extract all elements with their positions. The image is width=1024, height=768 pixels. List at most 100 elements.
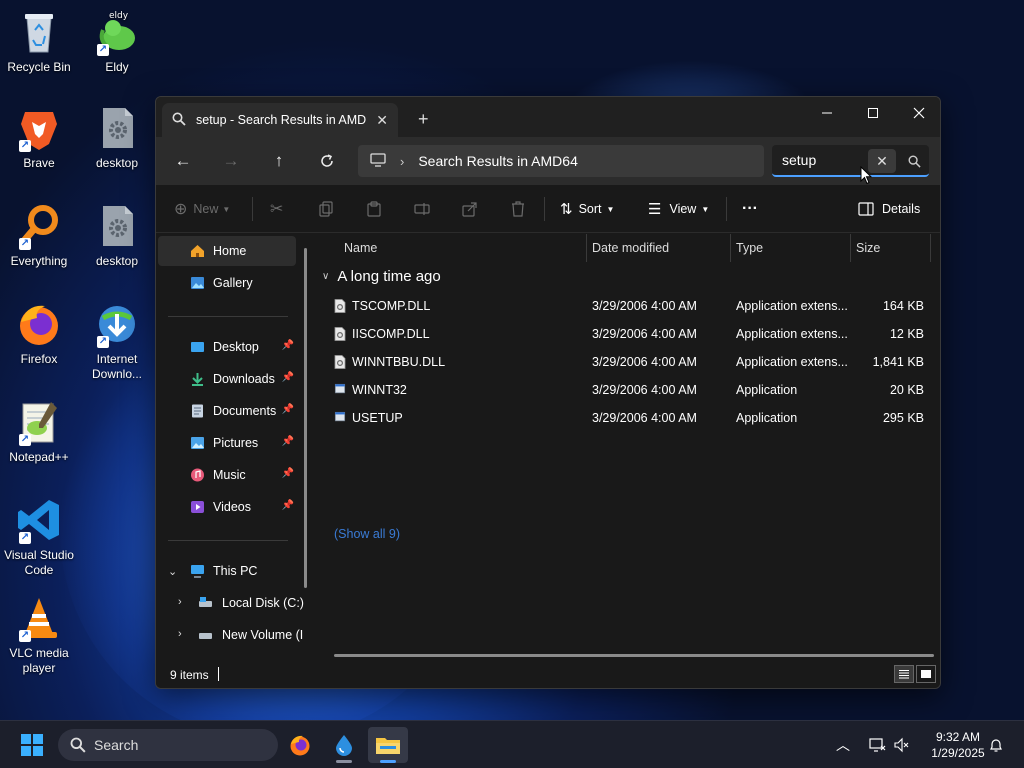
new-tab-icon[interactable]: +	[418, 109, 429, 130]
address-field[interactable]: › Search Results in AMD64	[358, 145, 764, 177]
column-header-size[interactable]: Size	[856, 234, 880, 262]
column-header-name[interactable]: Name	[344, 234, 377, 262]
sidebar-item-desktop[interactable]: Desktop 📌	[158, 332, 296, 362]
eldy-icon: eldy ↗	[93, 8, 141, 56]
chevron-down-icon[interactable]: ⌄	[168, 565, 177, 578]
search-input[interactable]	[782, 152, 852, 168]
shortcut-arrow-icon: ↗	[19, 140, 31, 152]
tab-search-results[interactable]: setup - Search Results in AMD ✕	[162, 103, 398, 137]
tiles-view-icon	[921, 670, 931, 678]
sort-arrows-icon: ⇅	[560, 201, 573, 218]
details-pane-button[interactable]: Details	[858, 197, 920, 221]
pin-icon[interactable]: 📌	[282, 500, 294, 511]
chevron-down-icon[interactable]: ∨	[322, 271, 329, 282]
search-box[interactable]: ✕	[772, 145, 929, 177]
minimize-icon[interactable]	[804, 97, 850, 129]
close-icon[interactable]	[896, 97, 940, 129]
column-divider[interactable]	[930, 234, 931, 262]
horizontal-scrollbar[interactable]	[334, 654, 934, 657]
tab-close-icon[interactable]: ✕	[376, 112, 388, 129]
sidebar-scrollbar[interactable]	[304, 248, 307, 588]
copy-button[interactable]	[318, 197, 334, 221]
maximize-icon[interactable]	[850, 97, 896, 129]
column-divider[interactable]	[850, 234, 851, 262]
table-row[interactable]: TSCOMP.DLL 3/29/2006 4:00 AM Application e…	[314, 292, 940, 320]
more-options-icon[interactable]: ···	[742, 197, 758, 221]
chevron-right-icon[interactable]: ›	[178, 628, 182, 640]
new-button[interactable]: ⊕ New ▼	[174, 197, 230, 221]
group-header[interactable]: ∨ A long time ago	[322, 268, 441, 285]
desktop-icon-recycle-bin[interactable]: Recycle Bin	[0, 8, 78, 75]
taskbar-file-explorer[interactable]	[368, 727, 408, 763]
show-all-link[interactable]: (Show all 9)	[334, 527, 400, 541]
show-hidden-icons-button[interactable]: ︿	[836, 721, 850, 768]
start-button[interactable]	[12, 727, 52, 763]
taskbar-search[interactable]: Search	[58, 729, 278, 761]
details-view-button[interactable]	[894, 665, 914, 683]
forward-arrow-icon[interactable]: →	[218, 149, 244, 173]
sidebar-item-local-disk[interactable]: › Local Disk (C:)	[158, 588, 304, 618]
desktop-icon-vlc[interactable]: ↗ VLC media player	[0, 594, 78, 676]
back-arrow-icon[interactable]: ←	[170, 149, 196, 173]
chevron-down-icon: ▼	[701, 204, 710, 214]
table-row[interactable]: USETUP 3/29/2006 4:00 AM Application 295 KB	[314, 404, 940, 432]
pin-icon[interactable]: 📌	[282, 468, 294, 479]
rename-button[interactable]	[414, 197, 430, 221]
title-bar[interactable]: setup - Search Results in AMD ✕ +	[156, 97, 940, 137]
sidebar-item-home[interactable]: Home	[158, 236, 296, 266]
share-button[interactable]	[462, 197, 478, 221]
sidebar-item-this-pc[interactable]: ⌄ This PC	[158, 556, 296, 586]
volume-muted-icon[interactable]	[894, 721, 910, 768]
sidebar-item-documents[interactable]: Documents 📌	[158, 396, 296, 426]
column-header-type[interactable]: Type	[736, 234, 763, 262]
new-button-label: New	[193, 202, 219, 216]
desktop-icon-vscode[interactable]: ↗ Visual Studio Code	[0, 496, 78, 578]
table-row[interactable]: WINNTBBU.DLL 3/29/2006 4:00 AM Application…	[314, 348, 940, 376]
sort-button[interactable]: ⇅ Sort ▼	[560, 197, 614, 221]
chevron-right-icon[interactable]: ›	[400, 154, 404, 169]
file-explorer-window: setup - Search Results in AMD ✕ + ← → ↑ …	[155, 96, 941, 689]
clear-search-icon[interactable]: ✕	[868, 149, 896, 173]
sidebar-item-music[interactable]: Music 📌	[158, 460, 296, 490]
chevron-right-icon[interactable]: ›	[178, 596, 182, 608]
desktop-icon-notepad-plus-plus[interactable]: ↗ Notepad++	[0, 398, 78, 465]
table-row[interactable]: IISCOMP.DLL 3/29/2006 4:00 AM Application …	[314, 320, 940, 348]
pin-icon[interactable]: 📌	[282, 436, 294, 447]
desktop-icon-everything[interactable]: ↗ Everything	[0, 202, 78, 269]
pin-icon[interactable]: 📌	[282, 340, 294, 351]
search-submit-icon[interactable]	[902, 149, 926, 173]
column-divider[interactable]	[730, 234, 731, 262]
desktop-icon-firefox[interactable]: Firefox	[0, 300, 78, 367]
network-status-icon[interactable]	[868, 721, 886, 768]
desktop-icon-internet-download-manager[interactable]: ↗ Internet Downlo...	[78, 300, 156, 382]
navigation-pane: Home Gallery Desktop 📌 Downloads 📌 Docum…	[156, 234, 312, 661]
tiles-view-button[interactable]	[916, 665, 936, 683]
desktop-icon-brave[interactable]: ↗ Brave	[0, 104, 78, 171]
pin-icon[interactable]: 📌	[282, 372, 294, 383]
column-divider[interactable]	[586, 234, 587, 262]
breadcrumb[interactable]: Search Results in AMD64	[418, 153, 578, 169]
pin-icon[interactable]: 📌	[282, 404, 294, 415]
cut-button[interactable]: ✂	[270, 197, 283, 221]
desktop-icon-eldy[interactable]: eldy ↗ Eldy	[78, 8, 156, 75]
system-clock[interactable]: 9:32 AM 1/29/2025	[918, 729, 998, 761]
column-header-date[interactable]: Date modified	[592, 234, 669, 262]
sidebar-item-pictures[interactable]: Pictures 📌	[158, 428, 296, 458]
desktop-icon-desktop-1[interactable]: desktop	[78, 104, 156, 171]
status-divider	[218, 667, 219, 681]
view-button[interactable]: ☰ View ▼	[648, 197, 709, 221]
taskbar-firefox[interactable]	[280, 727, 320, 763]
sidebar-item-videos[interactable]: Videos 📌	[158, 492, 296, 522]
sidebar-item-new-volume[interactable]: › New Volume (I	[158, 620, 303, 650]
delete-button[interactable]	[510, 197, 526, 221]
table-row[interactable]: WINNT32 3/29/2006 4:00 AM Application 20 KB	[314, 376, 940, 404]
desktop-icon-label: Visual Studio Code	[4, 548, 74, 577]
sidebar-item-gallery[interactable]: Gallery	[158, 268, 296, 298]
refresh-icon[interactable]	[314, 149, 340, 173]
desktop-icon-desktop-2[interactable]: desktop	[78, 202, 156, 269]
notifications-bell-icon[interactable]	[988, 721, 1004, 768]
sidebar-item-downloads[interactable]: Downloads 📌	[158, 364, 296, 394]
up-arrow-icon[interactable]: ↑	[266, 149, 292, 173]
paste-button[interactable]	[366, 197, 382, 221]
taskbar-app-2[interactable]	[324, 727, 364, 763]
